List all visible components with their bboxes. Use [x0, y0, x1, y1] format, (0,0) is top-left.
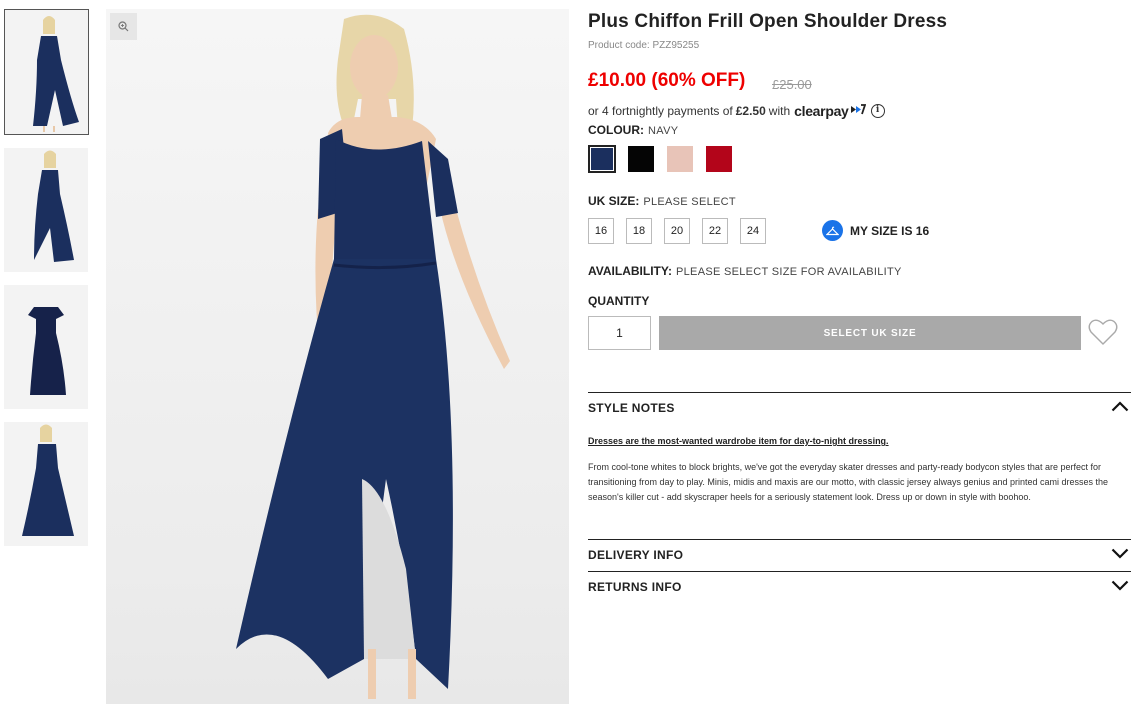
heart-icon[interactable] — [1088, 318, 1118, 351]
main-product-image[interactable] — [106, 9, 569, 704]
selected-colour: NAVY — [648, 125, 679, 137]
availability-label-text: AVAILABILITY: — [588, 264, 672, 278]
returns-title: RETURNS INFO — [588, 580, 682, 594]
size-option-22[interactable]: 22 — [702, 218, 728, 244]
returns-header[interactable]: RETURNS INFO — [588, 572, 1131, 602]
size-option-20[interactable]: 20 — [664, 218, 690, 244]
colour-label: COLOUR: NAVY — [588, 123, 678, 137]
colour-label-text: COLOUR: — [588, 123, 644, 137]
zoom-icon — [118, 21, 129, 32]
chevron-up-icon — [1111, 401, 1129, 415]
product-code: Product code: PZZ95255 — [588, 40, 700, 51]
thumbnail-side[interactable] — [4, 148, 88, 272]
thumbnail-front[interactable] — [4, 9, 89, 135]
size-label-text: UK SIZE: — [588, 194, 640, 208]
product-title: Plus Chiffon Frill Open Shoulder Dress — [588, 11, 948, 32]
clearpay-logo: clearpay — [794, 103, 849, 119]
size-options: 16 18 20 22 24 — [588, 218, 766, 244]
availability-label: AVAILABILITY: PLEASE SELECT SIZE FOR AVAI… — [588, 264, 902, 278]
returns-accordion: RETURNS INFO — [588, 571, 1131, 602]
clearpay-message: or 4 fortnightly payments of £2.50 with … — [588, 103, 885, 119]
colour-swatches — [588, 145, 733, 173]
my-size-link[interactable]: MY SIZE IS 16 — [822, 220, 929, 241]
delivery-accordion: DELIVERY INFO — [588, 539, 1131, 570]
size-prompt: PLEASE SELECT — [643, 196, 736, 208]
size-option-16[interactable]: 16 — [588, 218, 614, 244]
style-notes-header[interactable]: STYLE NOTES — [588, 393, 1131, 423]
info-icon[interactable]: i — [870, 104, 885, 118]
style-notes-title: STYLE NOTES — [588, 401, 675, 415]
hanger-icon — [822, 220, 843, 241]
thumbnail-back[interactable] — [4, 422, 88, 546]
availability-value: PLEASE SELECT SIZE FOR AVAILABILITY — [676, 266, 902, 278]
chevron-down-icon — [1111, 580, 1129, 594]
swatch-red[interactable] — [705, 145, 733, 173]
zoom-button[interactable] — [110, 13, 137, 40]
select-size-button[interactable]: SELECT UK SIZE — [659, 316, 1081, 350]
delivery-title: DELIVERY INFO — [588, 548, 684, 562]
quantity-input[interactable] — [588, 316, 651, 350]
style-notes-accordion: STYLE NOTES — [588, 392, 1131, 423]
clearpay-arrows-icon — [850, 104, 866, 118]
clearpay-prefix: or 4 fortnightly payments of — [588, 104, 733, 118]
sale-price: £10.00 (60% OFF) — [588, 70, 746, 91]
my-size-text: MY SIZE IS 16 — [850, 223, 930, 238]
quantity-label: QUANTITY — [588, 294, 650, 308]
size-option-18[interactable]: 18 — [626, 218, 652, 244]
clearpay-amount: £2.50 — [735, 104, 766, 118]
thumbnail-gallery — [4, 9, 90, 559]
swatch-black[interactable] — [627, 145, 655, 173]
thumbnail-flat[interactable] — [4, 285, 88, 409]
style-notes-body: From cool-tone whites to block brights, … — [588, 462, 1109, 502]
original-price: £25.00 — [772, 77, 812, 92]
style-notes-headline-link[interactable]: Dresses are the most-wanted wardrobe ite… — [588, 436, 889, 446]
delivery-header[interactable]: DELIVERY INFO — [588, 540, 1131, 570]
swatch-navy[interactable] — [588, 145, 616, 173]
size-option-24[interactable]: 24 — [740, 218, 766, 244]
clearpay-suffix: with — [768, 104, 791, 118]
chevron-down-icon — [1111, 548, 1129, 562]
swatch-blush[interactable] — [666, 145, 694, 173]
size-label: UK SIZE: PLEASE SELECT — [588, 194, 736, 208]
